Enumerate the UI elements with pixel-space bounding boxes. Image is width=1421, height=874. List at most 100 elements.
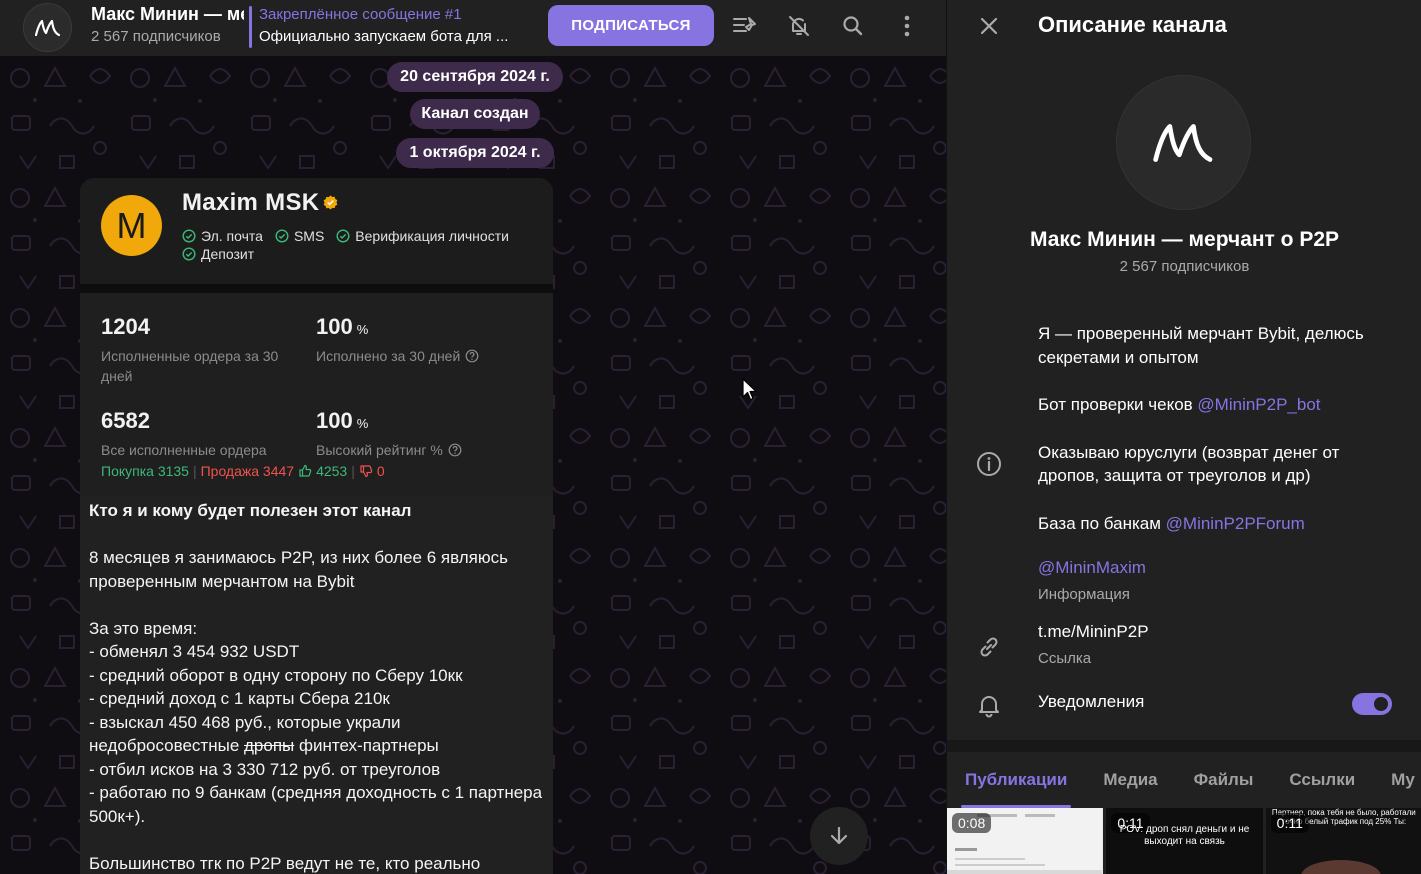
channel-link[interactable]: t.me/MininP2P	[1038, 622, 1149, 642]
video-duration: 0:08	[952, 813, 992, 833]
video-duration: 0:11	[1270, 813, 1309, 833]
separator: |	[351, 463, 355, 479]
pinned-message-text[interactable]: Официально запускаем бота для ...	[259, 28, 527, 45]
channel-description: Я — проверенный мерчант Bybit, делюсь се…	[1038, 322, 1398, 559]
strikethrough-text: дропы	[244, 736, 295, 755]
channel-logo-icon	[1152, 123, 1212, 162]
search-icon[interactable]	[837, 10, 869, 42]
channel-name: Макс Минин — мерчант о P2P	[1029, 228, 1340, 251]
mouse-cursor-icon	[742, 378, 757, 401]
bot-link[interactable]: @MininP2P_bot	[1197, 395, 1320, 414]
post-list-item: - работаю по 9 банкам (средняя доходност…	[89, 783, 547, 826]
media-grid: 0:08 0:11 POV: дроп снял деньги и не вых…	[947, 808, 1421, 874]
verification-label: Верификация личности	[355, 228, 509, 244]
close-icon[interactable]	[974, 11, 1004, 41]
channel-avatar[interactable]	[23, 3, 72, 52]
post-list-item: - отбил исков на 3 330 712 руб. от треуг…	[89, 759, 441, 779]
channel-title[interactable]: Макс Минин — ме	[91, 4, 244, 25]
channel-subscribers: 2 567 подписчиков	[91, 28, 221, 45]
sell-count: Продажа 3447	[200, 463, 295, 479]
post-list-item: - обменял 3 454 932 USDT	[89, 642, 300, 661]
merchant-name: Maxim MSK	[182, 189, 320, 216]
media-thumbnail[interactable]: 0:08	[947, 808, 1104, 874]
stat-completion-30d-label: Исполнено за 30 дней	[316, 348, 461, 364]
merchant-avatar: M	[101, 195, 162, 256]
verification-identity: Верификация личности	[336, 228, 509, 244]
channel-logo-icon	[34, 19, 60, 36]
description-line: Я — проверенный мерчант Bybit, делюсь се…	[1038, 324, 1364, 367]
subscribe-button[interactable]: ПОДПИСАТЬСЯ	[548, 5, 714, 46]
stat-all-orders-label: Все исполненные ордера	[101, 442, 267, 458]
video-caption: POV: дроп снял деньги и не выходит на св…	[1119, 824, 1250, 847]
channel-post[interactable]: M Maxim MSK Эл. почта SMS Верификация ли…	[80, 178, 553, 874]
pinned-list-icon[interactable]	[729, 10, 761, 42]
verification-label: Эл. почта	[201, 228, 263, 244]
post-list-item: - средний оборот в одну сторону по Сберу…	[89, 665, 463, 685]
help-icon[interactable]	[448, 443, 462, 457]
pinned-indicator	[249, 6, 252, 48]
description-line: Оказываю юруслуги (возврат денег от дроп…	[1038, 442, 1340, 486]
panel-title: Описание канала	[1038, 12, 1227, 37]
verification-email: Эл. почта	[182, 228, 263, 244]
stat-rating-label-row: Высокий рейтинг %	[316, 440, 462, 460]
description-text: Бот проверки чеков	[1038, 395, 1198, 414]
card-divider	[80, 284, 553, 293]
bell-icon	[974, 690, 1004, 720]
tab-music[interactable]: Му	[1373, 752, 1421, 808]
verification-label: SMS	[293, 228, 325, 244]
post-text-part: финтех-партнеры	[294, 736, 439, 755]
post-list-item: - взыскал 450 468 руб., которые украли н…	[89, 711, 549, 758]
tab-media[interactable]: Медиа	[1085, 752, 1175, 808]
verified-badge-icon	[323, 195, 338, 210]
date-divider: 20 сентября 2024 г.	[387, 62, 563, 92]
channel-info-panel: Описание канала Макс Минин — мерчант о P…	[946, 0, 1421, 874]
thumbs-up-icon	[299, 464, 312, 477]
telegram-app: Макс Минин — ме 2 567 подписчиков Закреп…	[0, 0, 1421, 874]
shared-media-tabs: Публикации Медиа Файлы Ссылки Му	[947, 752, 1421, 808]
check-circle-icon	[275, 229, 289, 243]
mute-icon[interactable]	[783, 10, 815, 42]
scroll-down-button[interactable]	[810, 807, 868, 865]
media-thumbnail[interactable]: Партнер, пока тебя не было, работали точ…	[1265, 808, 1421, 874]
stat-completion-30d: 100%	[316, 314, 368, 340]
buy-sell-row: Покупка 3135 | Продажа 3447 4253 | 0	[101, 463, 385, 479]
info-icon	[974, 449, 1004, 479]
post-paragraph: За это время:	[89, 618, 198, 638]
check-circle-icon	[182, 229, 196, 243]
notifications-toggle[interactable]	[1352, 693, 1392, 715]
help-icon[interactable]	[465, 349, 479, 363]
tab-links[interactable]: Ссылки	[1271, 752, 1373, 808]
tab-files[interactable]: Файлы	[1176, 752, 1272, 808]
verification-deposit: Депозит	[182, 246, 254, 262]
author-handle-link[interactable]: @MininMaxim	[1038, 558, 1146, 578]
post-paragraph: 8 месяцев я занимаюсь P2P, из них более …	[89, 548, 513, 591]
buy-count: Покупка 3135	[101, 463, 189, 479]
post-list-item: - средний доход с 1 карты Сбера 210к	[89, 689, 390, 708]
post-text: Кто я и кому будет полезен этот канал 8 …	[89, 499, 549, 874]
date-divider: 1 октября 2024 г.	[396, 138, 554, 168]
chat-area: 20 сентября 2024 г. Канал создан 1 октяб…	[0, 56, 946, 874]
description-line: База по банкам @MininP2PForum	[1038, 512, 1398, 536]
check-circle-icon	[336, 229, 350, 243]
notifications-label: Уведомления	[1038, 692, 1145, 711]
video-preview	[1300, 860, 1381, 874]
stat-rating-label: Высокий рейтинг %	[316, 442, 443, 458]
stat-all-orders-value: 6582	[101, 408, 150, 433]
chat-header: Макс Минин — ме 2 567 подписчиков Закреп…	[0, 0, 946, 56]
media-thumbnail[interactable]: 0:11 POV: дроп снял деньги и не выходит …	[1106, 808, 1263, 874]
more-icon[interactable]	[891, 10, 923, 42]
arrow-down-icon	[830, 826, 848, 845]
stat-completion-30d-value: 100	[316, 314, 353, 339]
service-message-channel-created: Канал создан	[410, 99, 540, 129]
stat-orders-30d-label: Исполненные ордера за 30 дней	[101, 348, 279, 384]
pinned-message-title[interactable]: Закреплённое сообщение #1	[259, 6, 462, 23]
separator: |	[192, 463, 197, 479]
thumbs-down-icon	[360, 465, 373, 478]
stat-rating: 100%	[316, 408, 368, 434]
channel-avatar-large[interactable]	[1116, 75, 1251, 210]
verification-row: Депозит	[182, 246, 254, 262]
percent-unit: %	[356, 322, 369, 337]
forum-link[interactable]: @MininP2PForum	[1166, 514, 1305, 533]
tab-publications[interactable]: Публикации	[947, 752, 1085, 808]
description-line: Бот проверки чеков @MininP2P_bot	[1038, 393, 1398, 417]
